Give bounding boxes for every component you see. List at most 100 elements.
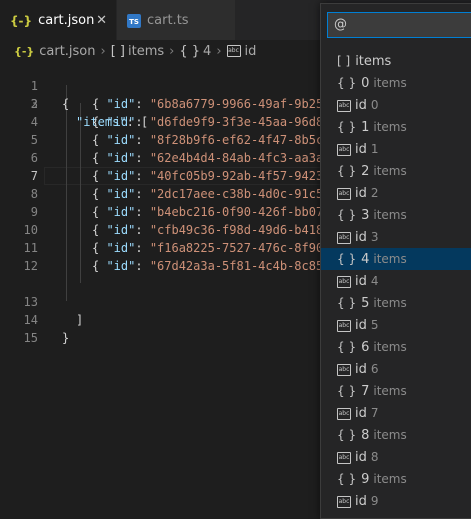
symbol-list-item[interactable]: abc id 4 [321,270,471,292]
symbol-label: 7 [361,384,370,399]
code-text: } [62,331,70,345]
object-icon: { } [337,252,357,266]
object-icon: { } [337,76,357,90]
symbol-list-item[interactable]: abc id 9 [321,490,471,512]
line-number: 7 [30,169,38,183]
symbol-label: id [355,362,367,377]
object-icon: { } [337,340,357,354]
code-text: { "id": "8f28b9f6-ef62-4f47-8b5c [92,133,324,147]
symbol-description: items [373,296,407,310]
tab-cart-ts[interactable]: TS cart.ts [117,0,235,40]
symbol-label: 0 [361,76,370,91]
symbol-list-item[interactable]: abc id 0 [321,94,471,116]
symbol-description: items [373,340,407,354]
symbol-description: items [373,208,407,222]
chevron-right-icon: › [169,43,175,59]
symbol-description: items [373,428,407,442]
symbol-list-item[interactable]: [ ] items [321,50,471,72]
tab-label: cart.json [38,13,95,28]
breadcrumb-file[interactable]: cart.json [39,44,95,59]
symbol-description: 3 [370,230,379,244]
object-icon: { } [337,296,357,310]
symbol-label: 6 [361,340,370,355]
symbol-description: 0 [370,98,379,112]
symbol-list-item[interactable]: abc id 2 [321,182,471,204]
symbol-list-item[interactable]: abc id 5 [321,314,471,336]
symbol-label: 3 [361,208,370,223]
symbol-list-item[interactable]: abc id 6 [321,358,471,380]
code-text: { "id": "62e4b4d4-84ab-4fc3-aa3a [92,151,324,165]
close-icon[interactable]: ✕ [96,13,107,28]
code-line: 13 ] [0,275,84,327]
symbol-list-item[interactable]: { } 6 items [321,336,471,358]
symbol-label: 2 [361,164,370,179]
tab-label: cart.ts [147,12,189,28]
string-icon: abc [337,363,351,376]
json-file-icon: {-} [10,13,33,28]
symbol-description: 1 [370,142,379,156]
tab-cart-json[interactable]: {-} cart.json ✕ [0,0,116,40]
object-icon: { } [337,164,357,178]
symbol-description: items [373,472,407,486]
symbol-label: id [355,230,367,245]
object-icon: { } [337,384,357,398]
code-text: { "id": "b4ebc216-0f90-426f-bb07 [92,205,324,219]
string-icon: abc [226,45,241,57]
symbol-list-item[interactable]: abc id 3 [321,226,471,248]
symbol-list-item[interactable]: abc id 1 [321,138,471,160]
code-line: 2 "items": [ [0,77,149,129]
symbol-list-item[interactable]: { } 4 items [321,248,471,270]
symbol-label: id [355,186,367,201]
code-line: 1 { [0,59,69,111]
code-text: { "id": "cfb49c36-f98d-49d6-b418 [92,223,324,237]
symbol-description: 6 [370,362,379,376]
symbol-list-item[interactable]: abc id 7 [321,402,471,424]
symbol-description: 4 [370,274,379,288]
object-icon: { } [337,472,357,486]
chevron-right-icon: › [216,43,222,59]
symbol-label: id [355,98,367,113]
line-number: 5 [30,133,38,147]
line-number: 8 [30,187,38,201]
line-number: 11 [23,241,38,255]
string-icon: abc [337,319,351,332]
symbol-list-item[interactable]: abc id 8 [321,446,471,468]
symbol-label: 8 [361,428,370,443]
symbol-description: items [373,164,407,178]
symbol-label: id [355,494,367,509]
symbol-description: 8 [370,450,379,464]
object-icon: { } [337,428,357,442]
symbol-list-item[interactable]: { } 9 items [321,468,471,490]
code-text: { "id": "67d42a3a-5f81-4c4b-8c85 [92,259,324,273]
code-text: { "id": "40fc05b9-92ab-4f57-9423 [92,169,324,183]
symbol-label: 4 [361,252,370,267]
symbol-label: id [355,318,367,333]
symbol-search-input[interactable]: @ [327,12,471,38]
array-icon: [ ] [110,43,125,59]
breadcrumb-items[interactable]: items [128,44,164,59]
code-line: 15 [0,311,38,345]
symbol-list-item[interactable]: { } 7 items [321,380,471,402]
symbol-list-item[interactable]: { } 0 items [321,72,471,94]
symbol-list-item[interactable]: { } 8 items [321,424,471,446]
indent-guide [66,85,67,301]
symbol-description: 9 [370,494,379,508]
string-icon: abc [337,495,351,508]
breadcrumb-leaf[interactable]: id [245,44,257,59]
symbol-description: items [373,120,407,134]
symbol-list-item[interactable]: { } 2 items [321,160,471,182]
breadcrumb-index[interactable]: 4 [203,44,211,59]
string-icon: abc [337,143,351,156]
symbol-label: id [355,450,367,465]
object-icon: { } [337,120,357,134]
symbol-list-item[interactable]: { } 1 items [321,116,471,138]
symbol-list-item[interactable]: { } 5 items [321,292,471,314]
string-icon: abc [337,187,351,200]
symbol-list-item[interactable]: { } 3 items [321,204,471,226]
line-number: 4 [30,115,38,129]
string-icon: abc [337,275,351,288]
line-number: 10 [23,223,38,237]
object-icon: { } [179,43,201,59]
chevron-right-icon: › [100,43,106,59]
object-icon: { } [337,208,357,222]
